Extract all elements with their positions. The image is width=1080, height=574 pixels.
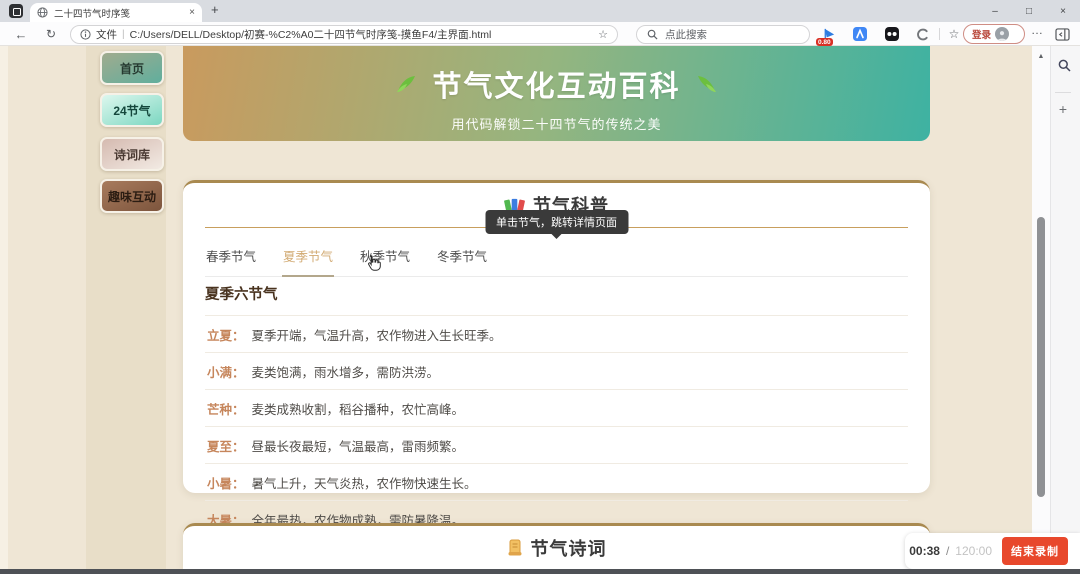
sidebar-item-fun[interactable]: 趣味互动: [100, 179, 164, 213]
tab-close-icon[interactable]: ×: [189, 7, 195, 18]
leaf-icon: [394, 73, 418, 95]
sidebar-item-label: 24节气: [113, 102, 150, 119]
browser-tab[interactable]: 二十四节气时序笺 ×: [30, 3, 202, 22]
sidebar-item-label: 趣味互动: [108, 188, 156, 205]
extension-dark-icon[interactable]: [883, 25, 901, 43]
page-left-margin: [0, 46, 8, 574]
info-icon: [80, 29, 91, 40]
scrollbar-up-icon[interactable]: ▲: [1032, 53, 1050, 60]
rail-search-icon[interactable]: [1058, 59, 1071, 77]
back-button[interactable]: ←: [10, 22, 32, 46]
extension-blue-icon[interactable]: [851, 25, 869, 43]
term-name: 小满：: [207, 362, 245, 381]
term-name: 立夏：: [207, 325, 245, 344]
bookmark-star-icon[interactable]: ☆: [598, 28, 608, 41]
browser-chrome: 二十四节气时序笺 × + – □ × ← ↻ 文件 | C:/Users/DEL…: [0, 0, 1080, 46]
term-desc: 昼最长夜最短，气温最高，雷雨频繁。: [252, 436, 465, 455]
collections-star-icon[interactable]: ☆: [944, 22, 964, 46]
page-subtitle: 用代码解锁二十四节气的传统之美: [183, 114, 930, 133]
tab-summer[interactable]: 夏季节气: [282, 242, 334, 277]
term-row-mangzhong[interactable]: 芒种： 麦类成熟收割，稻谷播种，农忙高峰。: [205, 390, 908, 427]
season-tabs: 春季节气 夏季节气 秋季节气 冬季节气: [205, 242, 908, 277]
login-button[interactable]: 登录: [963, 24, 1025, 44]
extension-flag-icon[interactable]: 0.80: [820, 25, 838, 43]
sidebar-item-label: 首页: [120, 60, 144, 77]
sidebar-item-24-terms[interactable]: 24节气: [100, 93, 164, 127]
search-icon: [647, 29, 658, 40]
term-desc: 夏季开端，气温升高，农作物进入生长旺季。: [252, 325, 502, 344]
leaf-icon: [695, 73, 719, 95]
term-row-xiazhi[interactable]: 夏至： 昼最长夜最短，气温最高，雷雨频繁。: [205, 427, 908, 464]
recording-elapsed-time: 00:38: [909, 544, 940, 558]
section-heading: 夏季六节气: [205, 283, 908, 304]
sidebar-item-label: 诗词库: [114, 146, 150, 163]
scrollbar-thumb[interactable]: [1037, 217, 1045, 497]
new-tab-button[interactable]: +: [211, 2, 219, 17]
term-row-xiaoshu[interactable]: 小暑： 暑气上升，天气炎热，农作物快速生长。: [205, 464, 908, 501]
taskbar-edge: [0, 569, 1080, 574]
tab-strip: 二十四节气时序笺 × + – □ ×: [0, 0, 1080, 22]
stop-recording-button[interactable]: 结束录制: [1002, 537, 1068, 565]
recording-toolbar: 00:38 / 120:00 结束录制: [905, 533, 1080, 569]
address-bar[interactable]: 文件 | C:/Users/DELL/Desktop/初赛-%C2%A0二十四节…: [70, 25, 618, 44]
recording-total-time: 120:00: [955, 544, 992, 558]
workspaces-icon[interactable]: [9, 4, 23, 18]
term-name: 芒种：: [207, 399, 245, 418]
avatar: [995, 27, 1009, 41]
term-name: 夏至：: [207, 436, 245, 455]
hero-banner: 节气文化互动百科 用代码解锁二十四节气的传统之美: [183, 46, 930, 141]
sidebar-panel-icon[interactable]: [1053, 25, 1071, 43]
page-title: 节气文化互动百科: [432, 63, 680, 105]
science-card: 节气科普 单击节气，跳转详情页面 春季节气 夏季节气 秋季节气 冬季节气 夏季六…: [183, 180, 930, 493]
poetry-card: 节气诗词: [183, 523, 930, 569]
address-divider: |: [122, 29, 125, 40]
edge-sidebar-rail: +: [1050, 46, 1080, 569]
scroll-icon: [507, 539, 523, 557]
sidebar-item-poetry[interactable]: 诗词库: [100, 137, 164, 171]
extension-badge: 0.80: [816, 38, 833, 46]
webpage: 首页 24节气 诗词库 趣味互动 节气文化互动百科 用代码解锁二十四节气的传统之…: [0, 46, 1080, 574]
science-body: 夏季六节气 立夏： 夏季开端，气温升高，农作物进入生长旺季。 小满： 麦类饱满，雨水…: [205, 283, 908, 538]
tab-winter[interactable]: 冬季节气: [436, 242, 488, 276]
term-row-lixia[interactable]: 立夏： 夏季开端，气温升高，农作物进入生长旺季。: [205, 316, 908, 353]
term-desc: 暑气上升，天气炎热，农作物快速生长。: [252, 473, 477, 492]
poetry-title-text: 节气诗词: [531, 535, 607, 561]
term-desc: 麦类成熟收割，稻谷播种，农忙高峰。: [252, 399, 465, 418]
minimize-button[interactable]: –: [978, 0, 1012, 22]
search-box[interactable]: 点此搜索: [636, 25, 810, 44]
browser-toolbar: ← ↻ 文件 | C:/Users/DELL/Desktop/初赛-%C2%A0…: [0, 22, 1080, 46]
toolbar-divider: [939, 28, 940, 40]
recording-time-divider: /: [946, 544, 949, 558]
term-list: 立夏： 夏季开端，气温升高，农作物进入生长旺季。 小满： 麦类饱满，雨水增多，需防洪…: [205, 315, 908, 538]
tab-spring[interactable]: 春季节气: [205, 242, 257, 276]
term-name: 小暑：: [207, 473, 245, 492]
close-button[interactable]: ×: [1046, 0, 1080, 22]
tooltip: 单击节气，跳转详情页面: [485, 210, 628, 234]
sidebar-item-home[interactable]: 首页: [100, 51, 164, 85]
term-desc: 麦类饱满，雨水增多，需防洪涝。: [252, 362, 440, 381]
term-row-xiaoman[interactable]: 小满： 麦类饱满，雨水增多，需防洪涝。: [205, 353, 908, 390]
hand-cursor-icon: [364, 254, 381, 273]
poetry-card-title: 节气诗词: [183, 526, 930, 561]
address-url: C:/Users/DELL/Desktop/初赛-%C2%A0二十四节气时序笺-…: [130, 27, 594, 42]
more-menu-icon[interactable]: …: [1031, 23, 1044, 37]
rail-divider: [1055, 92, 1071, 93]
address-scheme-label: 文件: [96, 27, 117, 42]
maximize-button[interactable]: □: [1012, 0, 1046, 22]
extension-swirl-icon[interactable]: [913, 25, 931, 43]
login-label: 登录: [972, 27, 991, 41]
rail-add-icon[interactable]: +: [1051, 101, 1075, 117]
globe-icon: [37, 7, 48, 18]
search-placeholder: 点此搜索: [665, 27, 707, 42]
refresh-button[interactable]: ↻: [40, 22, 62, 46]
tab-title: 二十四节气时序笺: [54, 6, 183, 20]
